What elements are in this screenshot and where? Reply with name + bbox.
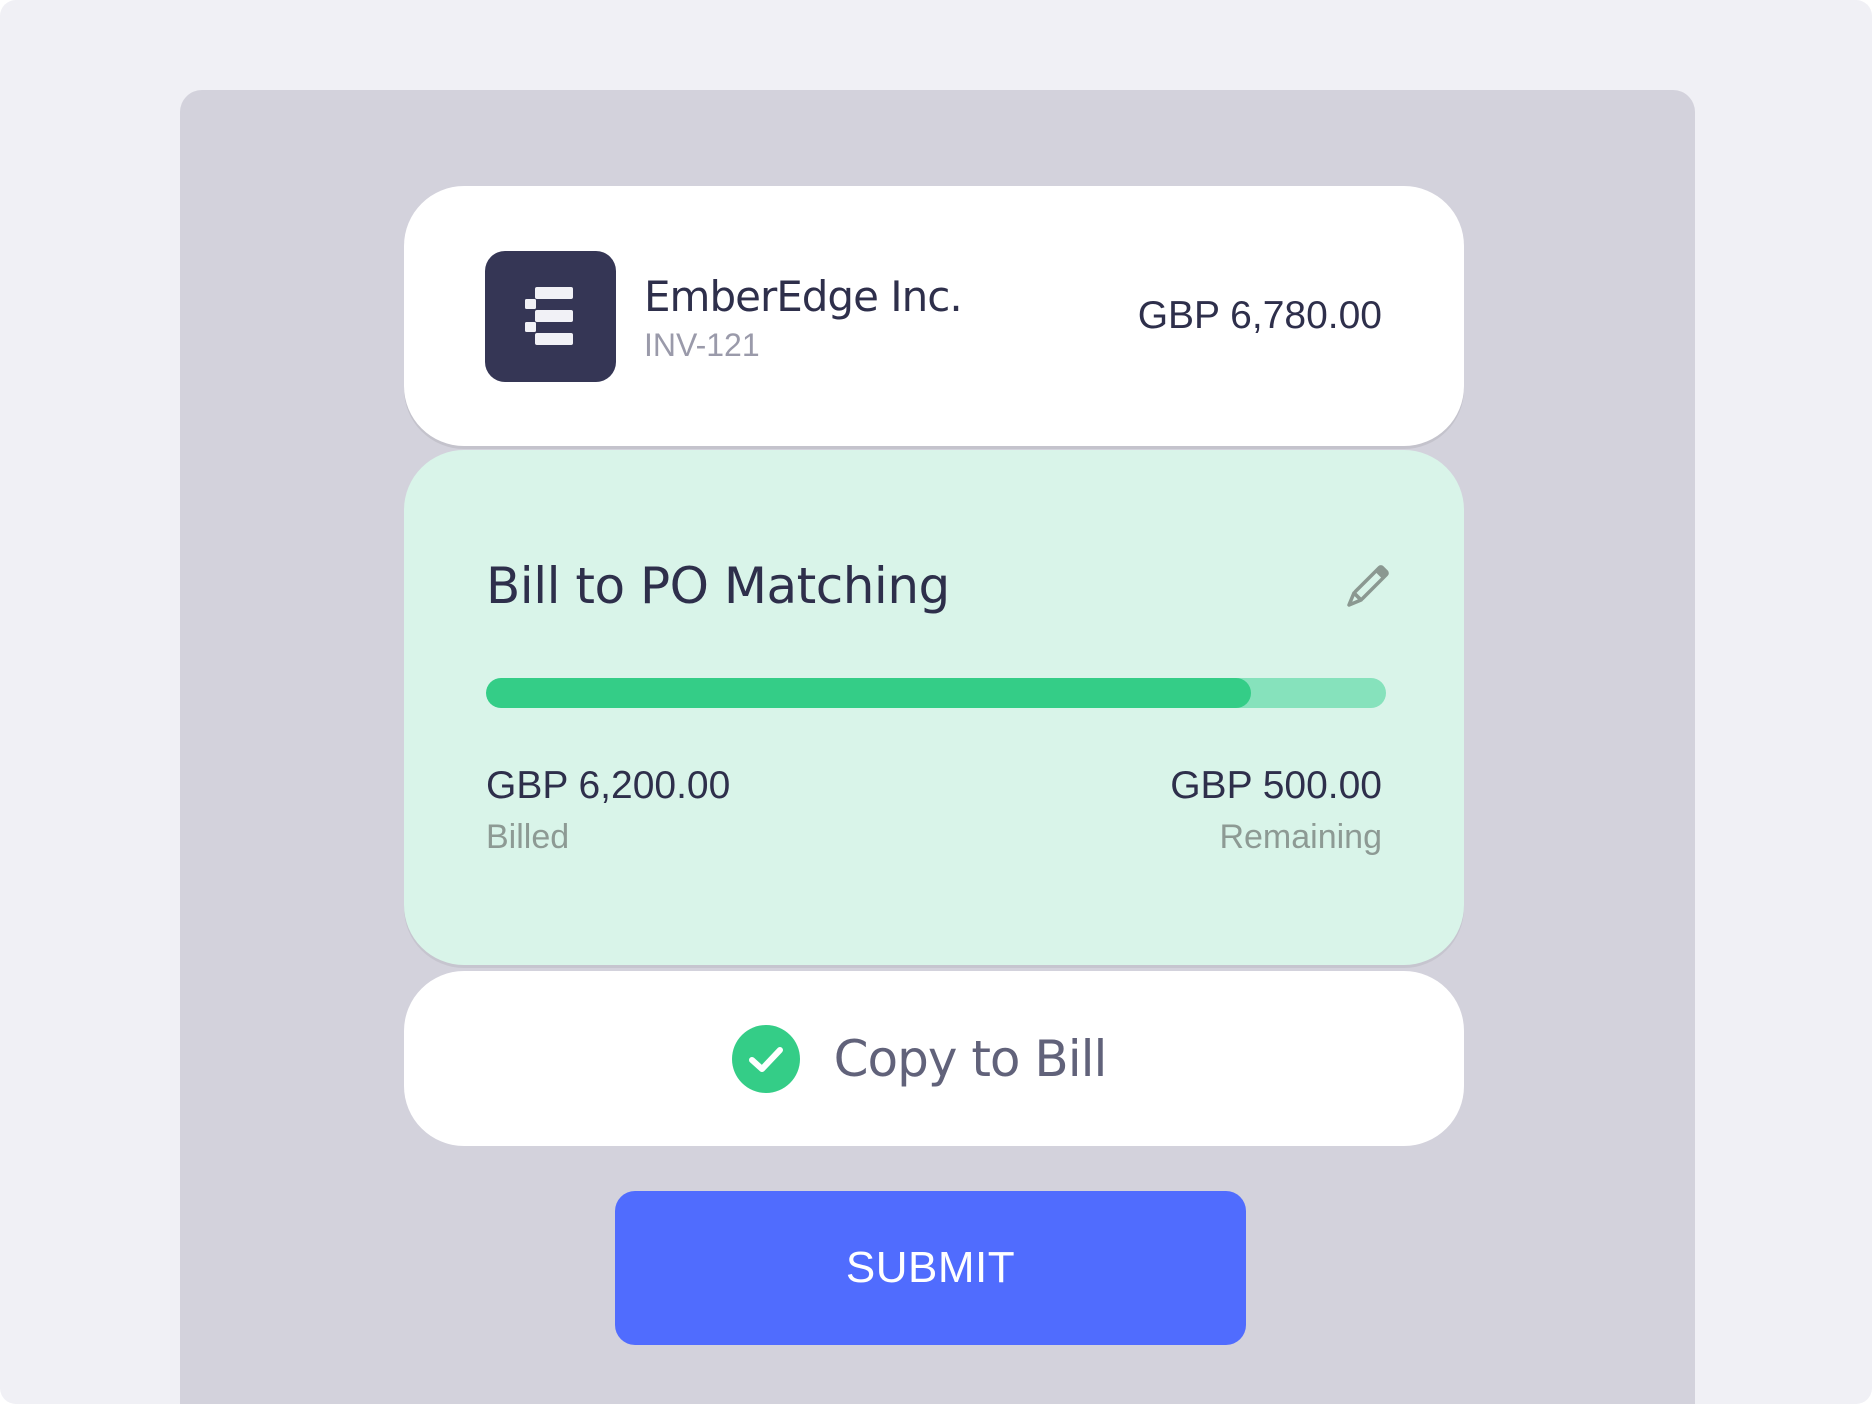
remaining-label: Remaining [1219, 818, 1382, 856]
matching-title: Bill to PO Matching [486, 557, 950, 615]
po-matching-card: Bill to PO Matching GBP 6,200.00 Billed … [404, 450, 1464, 965]
billing-progress-fill [486, 678, 1251, 708]
remaining-amount: GBP 500.00 [1170, 764, 1382, 807]
copy-to-bill-label: Copy to Bill [833, 1029, 1108, 1088]
copy-to-bill-toggle[interactable]: Copy to Bill [404, 971, 1464, 1146]
copy-to-bill-content: Copy to Bill [731, 1024, 1108, 1093]
edit-button[interactable] [1338, 560, 1394, 616]
check-circle-icon [731, 1024, 800, 1093]
list-lines-icon [525, 287, 573, 345]
vendor-name: EmberEdge Inc. [644, 272, 963, 321]
app-frame: EmberEdge Inc. INV-121 GBP 6,780.00 Bill… [0, 0, 1872, 1404]
submit-button[interactable]: SUBMIT [615, 1191, 1246, 1345]
billing-progress-bar [486, 678, 1386, 708]
billed-label: Billed [486, 818, 570, 856]
pencil-icon [1347, 565, 1389, 607]
vendor-card: EmberEdge Inc. INV-121 GBP 6,780.00 [404, 186, 1464, 446]
invoice-id: INV-121 [644, 327, 760, 363]
billed-amount: GBP 6,200.00 [486, 764, 731, 807]
invoice-amount: GBP 6,780.00 [1137, 294, 1382, 337]
vendor-logo [485, 251, 616, 382]
